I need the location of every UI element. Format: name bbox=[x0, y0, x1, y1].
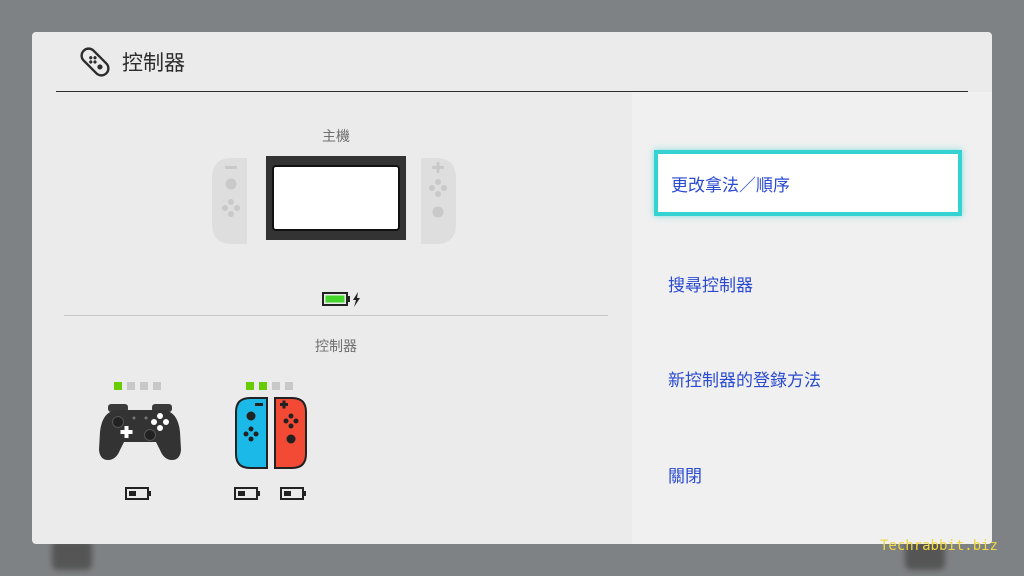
menu-item-label: 關閉 bbox=[668, 466, 702, 487]
controllers-section-label: 控制器 bbox=[315, 339, 357, 355]
menu-item-close[interactable]: 關閉 bbox=[652, 439, 964, 509]
player-lights-pro-controller bbox=[114, 382, 161, 390]
player-lights-joycon-pair bbox=[246, 382, 293, 390]
section-divider bbox=[64, 315, 608, 316]
pro-controller-icon bbox=[99, 404, 181, 460]
right-joycon-ghost bbox=[421, 158, 456, 244]
console-screen bbox=[266, 156, 406, 240]
joycon-right-red bbox=[274, 397, 307, 469]
joycon-left-battery-icon bbox=[234, 487, 260, 500]
left-joycon-ghost bbox=[212, 158, 247, 244]
controller-menu: 更改拿法／順序 搜尋控制器 新控制器的登錄方法 關閉 bbox=[632, 92, 992, 544]
menu-item-label: 更改拿法／順序 bbox=[671, 175, 790, 196]
menu-item-change-grip-order[interactable]: 更改拿法／順序 bbox=[654, 150, 962, 216]
controllers-dialog: 控制器 主機 控制器 更改拿法／順序 搜尋控制器 新控制器的登錄方法 關閉 bbox=[32, 32, 992, 544]
watermark: Techrabbit.biz bbox=[879, 538, 998, 554]
menu-item-label: 搜尋控制器 bbox=[668, 275, 753, 296]
menu-item-pairing-new-controllers[interactable]: 新控制器的登錄方法 bbox=[652, 343, 964, 413]
console-section-label: 主機 bbox=[322, 129, 350, 145]
joycon-pair-icon bbox=[235, 397, 307, 469]
joycon-right-battery-icon bbox=[280, 487, 306, 500]
background-blur-shape bbox=[52, 540, 92, 570]
joycon-icon bbox=[80, 46, 110, 77]
page-title: 控制器 bbox=[122, 50, 185, 75]
joycon-left-blue bbox=[235, 397, 268, 469]
pro-controller-battery-icon bbox=[125, 487, 151, 500]
console-battery-charging-icon bbox=[322, 292, 360, 307]
console-illustration bbox=[212, 156, 456, 244]
controller-status-panel: 主機 控制器 bbox=[32, 92, 632, 544]
menu-item-search-controllers[interactable]: 搜尋控制器 bbox=[652, 248, 964, 318]
menu-item-label: 新控制器的登錄方法 bbox=[668, 370, 821, 391]
dialog-header: 控制器 bbox=[56, 32, 968, 92]
